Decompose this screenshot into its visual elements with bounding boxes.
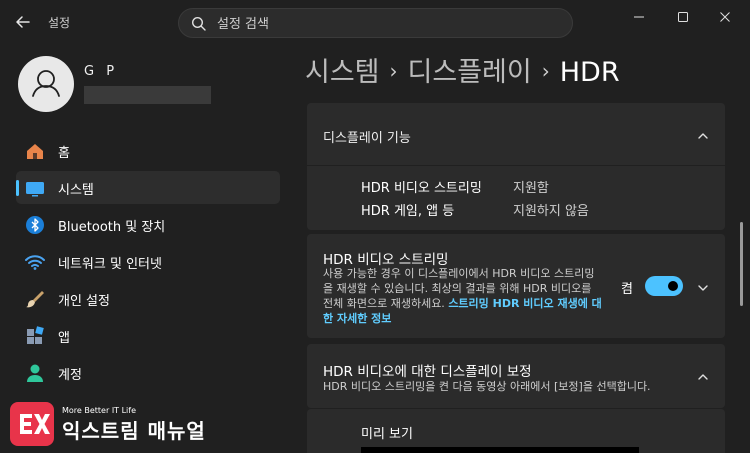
sidebar-item-network[interactable]: 네트워크 및 인터넷: [16, 245, 280, 278]
calibration-card[interactable]: HDR 비디오에 대한 디스플레이 보정 HDR 비디오 스트리밍을 켠 다음 …: [307, 344, 725, 408]
calibration-description: HDR 비디오 스트리밍을 켠 다음 동영상 아래에서 [보정]을 선택합니다.: [323, 380, 651, 393]
avatar[interactable]: [18, 56, 74, 112]
profile-name: G P: [84, 64, 119, 79]
close-icon[interactable]: [712, 6, 738, 28]
system-display-icon: [24, 177, 46, 199]
scrollbar-thumb[interactable]: [740, 222, 743, 306]
sidebar-item-home[interactable]: 홈: [16, 134, 280, 167]
hdr-streaming-card: HDR 비디오 스트리밍 사용 가능한 경우 이 디스플레이에서 HDR 비디오…: [307, 234, 725, 338]
sidebar-item-bluetooth[interactable]: Bluetooth 및 장치: [16, 208, 280, 241]
sidebar-item-label: 시스템: [58, 183, 94, 198]
toggle-knob: [668, 281, 678, 291]
page-title: HDR: [559, 57, 620, 88]
sidebar-item-label: Bluetooth 및 장치: [58, 220, 166, 235]
capability-label: HDR 비디오 스트리밍: [361, 181, 482, 196]
sidebar-item-apps[interactable]: 앱: [16, 319, 280, 352]
display-capabilities-title: 디스플레이 기능: [323, 131, 411, 146]
sidebar-item-personalization[interactable]: 개인 설정: [16, 282, 280, 315]
capability-value: 지원함: [513, 181, 549, 196]
capability-label: HDR 게임, 앱 등: [361, 204, 455, 219]
breadcrumb-system[interactable]: 시스템: [305, 57, 380, 88]
watermark-brand: 익스트림 매뉴얼: [62, 419, 206, 443]
minimize-icon[interactable]: [626, 6, 652, 28]
watermark-logo: More Better IT Life 익스트림 매뉴얼: [10, 402, 210, 448]
preview-section: 미리 보기: [307, 409, 725, 453]
search-icon: [191, 16, 207, 32]
paintbrush-icon: [24, 288, 46, 310]
hdr-streaming-title: HDR 비디오 스트리밍: [323, 252, 449, 268]
calibration-title: HDR 비디오에 대한 디스플레이 보정: [323, 364, 532, 380]
sidebar-item-label: 개인 설정: [58, 294, 110, 309]
account-icon: [24, 362, 46, 384]
preview-video[interactable]: [361, 447, 639, 453]
chevron-right-icon: ›: [541, 59, 550, 83]
sidebar-item-accounts[interactable]: 계정: [16, 356, 280, 389]
search-input[interactable]: [217, 13, 547, 35]
app-title: 설정: [48, 16, 71, 30]
breadcrumb-display[interactable]: 디스플레이: [408, 57, 532, 88]
hdr-streaming-toggle[interactable]: [645, 276, 683, 296]
sidebar-item-label: 네트워크 및 인터넷: [58, 257, 162, 272]
bluetooth-icon: [24, 214, 46, 236]
chevron-up-icon[interactable]: [696, 128, 710, 142]
search-box[interactable]: [178, 8, 573, 38]
capability-value: 지원하지 않음: [513, 204, 589, 219]
sidebar-item-label: 앱: [58, 331, 70, 346]
chevron-up-icon[interactable]: [696, 369, 710, 383]
apps-icon: [24, 325, 46, 347]
maximize-icon[interactable]: [670, 6, 696, 28]
watermark-tagline: More Better IT Life: [62, 406, 137, 415]
sidebar-item-system[interactable]: 시스템: [16, 171, 280, 204]
wifi-icon: [24, 251, 46, 273]
chevron-down-icon[interactable]: [696, 280, 710, 294]
hdr-streaming-description: 사용 가능한 경우 이 디스플레이에서 HDR 비디오 스트리밍을 재생할 수 …: [323, 266, 603, 326]
title-bar: 설정: [0, 0, 750, 44]
home-icon: [24, 140, 46, 162]
back-arrow-icon[interactable]: [12, 11, 34, 33]
watermark-badge-icon: [10, 402, 54, 446]
active-indicator: [16, 180, 19, 196]
sidebar-item-label: 계정: [58, 368, 82, 383]
display-capabilities-header[interactable]: 디스플레이 기능: [307, 103, 725, 166]
sidebar-item-label: 홈: [58, 146, 70, 161]
chevron-right-icon: ›: [389, 59, 398, 83]
sidebar-nav: 홈 시스템 Bluetooth 및 장치 네트워크 및 인터넷 개인 설정 앱: [16, 134, 280, 393]
profile-email-redacted: [84, 86, 211, 104]
display-capabilities-card: 디스플레이 기능 HDR 비디오 스트리밍 지원함 HDR 게임, 앱 등 지원…: [307, 103, 725, 230]
toggle-state-label: 켬: [621, 282, 633, 297]
preview-label: 미리 보기: [361, 427, 413, 442]
breadcrumb: 시스템 › 디스플레이 › HDR: [305, 50, 620, 89]
